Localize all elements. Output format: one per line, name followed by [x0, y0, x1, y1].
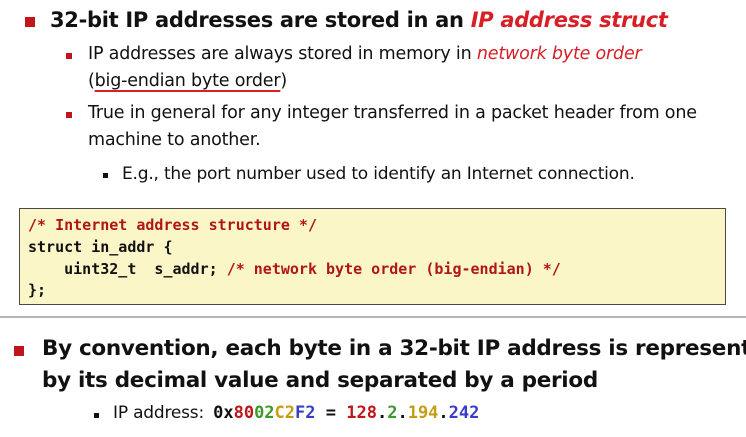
hex-prefix: 0x: [213, 403, 234, 423]
ip-example-label: IP address:: [113, 403, 204, 423]
convention-heading-line-1: By convention, each byte in a 32-bit IP …: [42, 336, 746, 361]
code-line-4: };: [28, 281, 47, 299]
bullet-1-line-2: (big-endian byte order): [88, 71, 287, 91]
dot-2: .: [397, 403, 408, 423]
bullet-2-line-1: True in general for any integer transfer…: [88, 103, 697, 123]
paren-close: ): [280, 71, 288, 91]
heading-bullet: [25, 17, 35, 27]
code-line-2: struct in_addr {: [28, 238, 173, 256]
code-line-3-code: uint32_t s_addr;: [28, 260, 227, 278]
code-block: /* Internet address structure */ struct …: [19, 208, 726, 305]
bottom-slide-panel: By convention, each byte in a 32-bit IP …: [0, 316, 746, 437]
dec-byte-4: 242: [448, 403, 480, 423]
dot-1: .: [376, 403, 388, 423]
top-slide-panel: 32-bit IP addresses are stored in an IP …: [0, 0, 746, 315]
convention-bullet: [14, 346, 24, 356]
dec-byte-1: 128: [346, 403, 377, 423]
dec-byte-3: 194: [407, 403, 439, 423]
code-line-3: uint32_t s_addr; /* network byte order (…: [28, 260, 561, 278]
bullet-2-marker: [66, 112, 72, 118]
hex-byte-4: F2: [295, 403, 316, 423]
bullet-1-marker: [66, 53, 72, 59]
bullet-1-text: IP addresses are always stored in memory…: [88, 44, 477, 64]
bullet-1-line-1: IP addresses are always stored in memory…: [88, 44, 642, 64]
ip-example: IP address: 0x8002C2F2 = 128.2.194.242: [113, 403, 479, 423]
slide-heading: 32-bit IP addresses are stored in an IP …: [50, 8, 668, 32]
paren-open: (: [88, 71, 95, 91]
bullet-1-emphasis: network byte order: [476, 44, 642, 64]
hex-address: 0x8002C2F2: [213, 403, 315, 423]
sub-bullet-text: E.g., the port number used to identify a…: [122, 164, 635, 184]
decimal-address: 128.2.194.242: [346, 403, 479, 423]
heading-text: 32-bit IP addresses are stored in an: [50, 8, 471, 32]
equals-sign: =: [315, 403, 347, 423]
dec-byte-2: 2: [387, 403, 398, 423]
heading-emphasis: IP address struct: [470, 8, 668, 32]
hex-byte-1: 80: [233, 403, 255, 423]
code-line-3-comment: /* network byte order (big-endian) */: [226, 260, 561, 278]
code-line-1: /* Internet address structure */: [28, 216, 317, 234]
dot-3: .: [438, 403, 449, 423]
sub-bullet-marker: [103, 173, 108, 178]
hex-byte-2: 02: [254, 403, 275, 423]
bullet-2-line-2: machine to another.: [88, 130, 261, 150]
big-endian-underlined: big-endian byte order: [94, 71, 281, 91]
convention-heading-line-2: by its decimal value and separated by a …: [42, 368, 598, 393]
example-bullet: [94, 413, 99, 418]
hex-byte-3: C2: [274, 403, 296, 423]
